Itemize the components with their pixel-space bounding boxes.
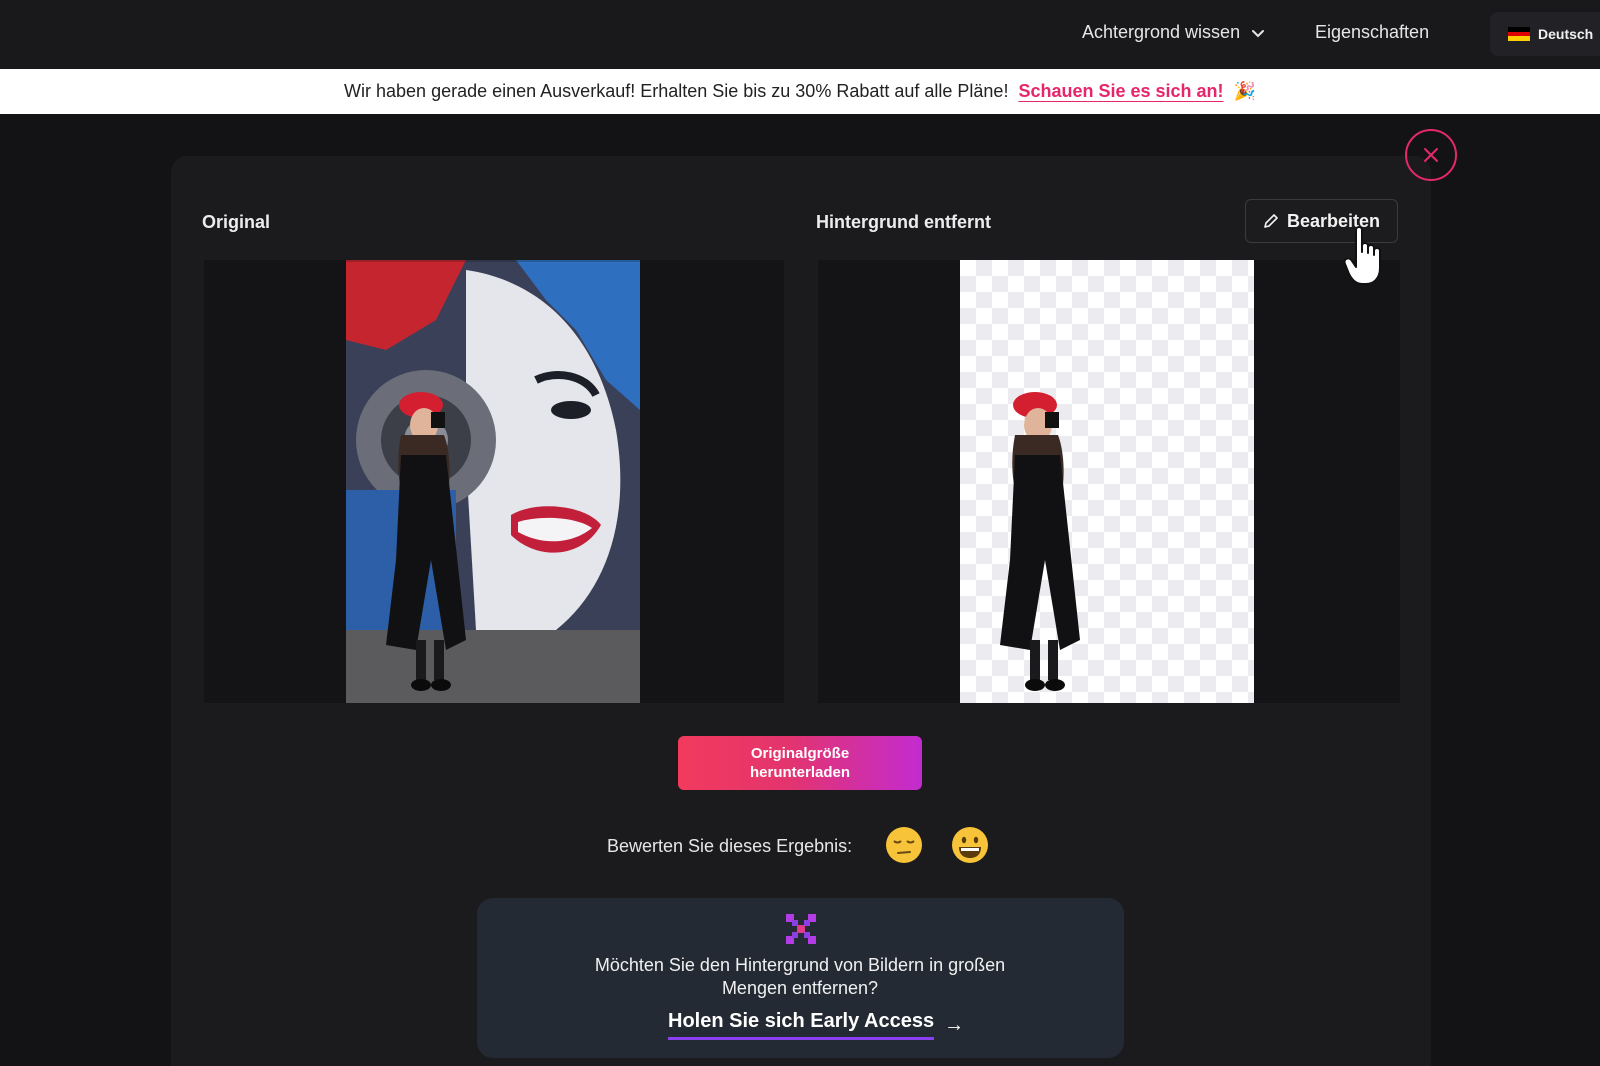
- nav-achtergrond-dropdown[interactable]: Achtergrond wissen: [1082, 22, 1266, 43]
- close-icon: [1424, 148, 1438, 162]
- close-button[interactable]: [1405, 129, 1457, 181]
- grinning-face-icon[interactable]: [951, 826, 989, 864]
- early-access-link[interactable]: Holen Sie sich Early Access →: [668, 1010, 964, 1040]
- promo-link[interactable]: Schauen Sie es sich an!: [1018, 81, 1223, 102]
- hand-cursor-icon: [1344, 226, 1381, 285]
- removed-title: Hintergrund entfernt: [816, 212, 991, 232]
- party-popper-icon: 🎉: [1233, 81, 1256, 101]
- bulk-line1: Möchten Sie den Hintergrund von Bildern …: [594, 955, 1006, 975]
- nav-achtergrond-label: Achtergrond wissen: [1082, 22, 1241, 42]
- nav-eigenschaften[interactable]: Eigenschaften: [1315, 22, 1429, 43]
- early-access-label: Holen Sie sich Early Access: [668, 1010, 935, 1040]
- chevron-down-icon: [1252, 29, 1265, 37]
- arrow-right-icon: →: [944, 1013, 965, 1036]
- result-photo: [960, 260, 1254, 703]
- promo-text: Wir haben gerade einen Ausverkauf! Erhal…: [344, 81, 1009, 101]
- language-selector[interactable]: Deutsch: [1490, 12, 1600, 56]
- nav-eigenschaften-label: Eigenschaften: [1315, 22, 1430, 42]
- language-label: Deutsch: [1538, 26, 1594, 42]
- unamused-face-icon[interactable]: [885, 826, 923, 864]
- download-label-line1: Originalgröße: [750, 745, 850, 762]
- download-original-button[interactable]: Originalgröße herunterladen: [678, 736, 922, 790]
- rating-prompt: Bewerten Sie dieses Ergebnis:: [607, 836, 853, 856]
- promo-banner: Wir haben gerade einen Ausverkauf! Erhal…: [0, 69, 1600, 114]
- top-nav: Achtergrond wissen Eigenschaften Deutsch: [0, 0, 1600, 69]
- bulk-description: Möchten Sie den Hintergrund von Bildern …: [560, 954, 1040, 1000]
- german-flag-icon: [1508, 27, 1530, 42]
- pencil-icon: [1264, 214, 1278, 228]
- download-label-line2: herunterladen: [749, 764, 851, 781]
- original-photo: [346, 260, 640, 703]
- bulk-line2: Mengen entfernen?: [721, 978, 879, 998]
- grid-logo-icon: [786, 914, 816, 944]
- original-title: Original: [202, 212, 271, 232]
